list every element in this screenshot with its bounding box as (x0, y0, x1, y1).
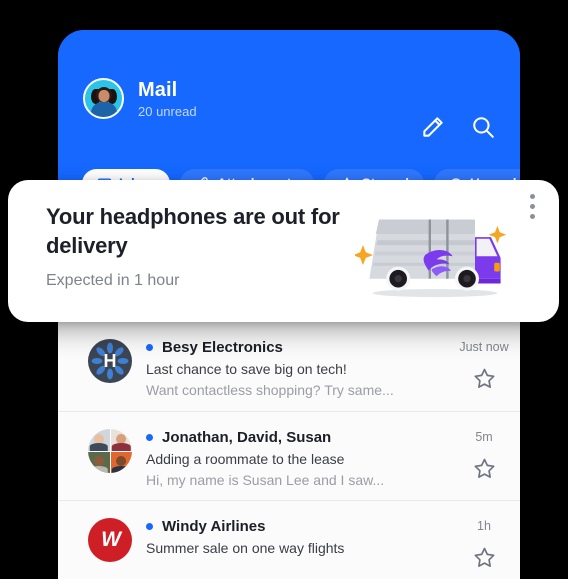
page-title: Mail (138, 78, 178, 101)
sender-name: Windy Airlines (162, 518, 266, 535)
avatar: W (88, 518, 132, 562)
brand-block: Mail 20 unread (83, 78, 197, 119)
sender-name: Jonathan, David, Susan (162, 429, 332, 446)
avatar-letter: W (101, 528, 121, 551)
delivery-van-illustration (355, 219, 507, 298)
timestamp: 1h (477, 519, 491, 533)
table-row[interactable]: W Windy Airlines Summer sale on one way … (58, 500, 520, 579)
delivery-notification-card[interactable]: Your headphones are out for delivery Exp… (8, 180, 559, 322)
star-icon[interactable] (472, 456, 497, 481)
kebab-menu-icon[interactable] (519, 194, 545, 228)
avatar-letter: H (103, 350, 117, 371)
mail-header: Mail 20 unread (58, 30, 520, 180)
table-row[interactable]: H Besy Electronics Last chance to save b… (58, 322, 520, 411)
notification-subtitle: Expected in 1 hour (46, 272, 180, 289)
email-preview: Want contactless shopping? Try same... (146, 382, 394, 398)
user-avatar[interactable] (83, 78, 124, 119)
screen: Mail 20 unread H Besy Electronics Last c… (0, 0, 568, 579)
search-icon[interactable] (470, 114, 496, 140)
avatar (88, 429, 132, 473)
timestamp: 5m (475, 430, 493, 444)
header-actions (420, 114, 496, 140)
email-subject: Adding a roommate to the lease (146, 451, 345, 467)
notification-title: Your headphones are out for delivery (46, 204, 340, 258)
email-subject: Summer sale on one way flights (146, 540, 345, 556)
unread-count: 20 unread (138, 103, 197, 119)
unread-dot (146, 523, 153, 530)
email-subject: Last chance to save big on tech! (146, 361, 347, 377)
email-preview: Hi, my name is Susan Lee and I saw... (146, 472, 385, 488)
unread-dot (146, 344, 153, 351)
sender-name: Besy Electronics (162, 339, 283, 356)
table-row[interactable]: Jonathan, David, Susan Adding a roommate… (58, 411, 520, 500)
unread-dot (146, 434, 153, 441)
star-icon[interactable] (472, 545, 497, 570)
avatar: H (88, 339, 132, 383)
timestamp: Just now (459, 340, 509, 354)
email-list: H Besy Electronics Last chance to save b… (58, 322, 520, 579)
star-icon[interactable] (472, 366, 497, 391)
pencil-icon[interactable] (420, 114, 446, 140)
